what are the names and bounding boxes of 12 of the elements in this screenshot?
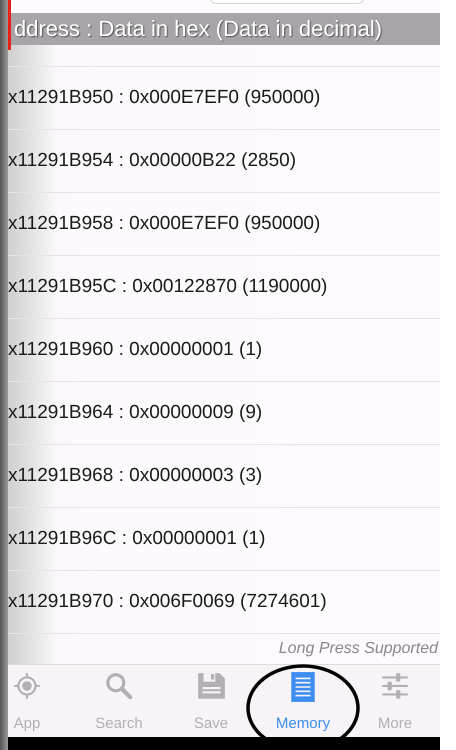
header-title: ddress : Data in hex (Data in decimal)	[14, 16, 382, 42]
hint-text: Long Press Supported	[278, 640, 440, 658]
memory-row[interactable]: x11291B96C : 0x00000001 (1)	[8, 528, 266, 550]
memory-row[interactable]: x11291B95C : 0x00122870 (1190000)	[8, 276, 328, 298]
memory-row[interactable]: x11291B960 : 0x00000001 (1)	[8, 339, 262, 362]
memory-row[interactable]: x11291B964 : 0x00000009 (9)	[8, 402, 262, 424]
memory-row[interactable]: x11291B950 : 0x000E7EF0 (950000)	[8, 87, 320, 110]
memory-row[interactable]: x11291B968 : 0x00000003 (3)	[8, 465, 262, 488]
memory-row[interactable]: x11291B958 : 0x000E7EF0 (950000)	[8, 213, 320, 236]
position-marker	[8, 0, 11, 50]
memory-row[interactable]: x11291B954 : 0x00000B22 (2850)	[8, 150, 296, 172]
memory-row[interactable]: x11291B970 : 0x006F0069 (7274601)	[8, 591, 327, 614]
